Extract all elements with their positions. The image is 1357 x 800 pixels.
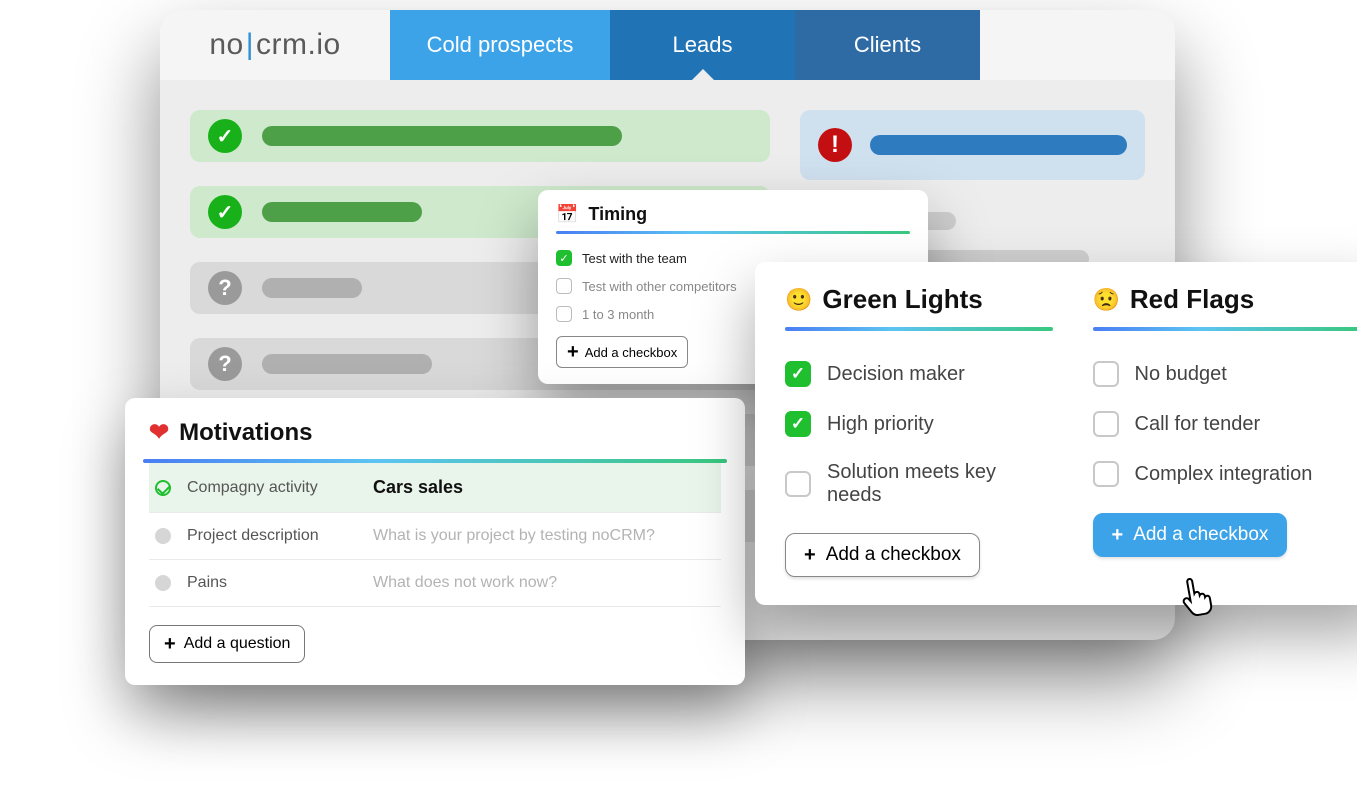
motivation-row[interactable]: Pains What does not work now? <box>149 560 721 607</box>
checkbox-icon[interactable] <box>1093 411 1119 437</box>
smile-icon: 🙂 <box>785 287 812 313</box>
timing-item-label: Test with the team <box>582 251 687 266</box>
add-checkbox-button-primary[interactable]: + Add a checkbox <box>1093 513 1288 557</box>
red-flag-label: Complex integration <box>1135 463 1313 486</box>
lights-card: 🙂 Green Lights ✓ Decision maker ✓ High p… <box>755 262 1357 605</box>
heart-icon: ❤ <box>149 418 169 447</box>
green-lights-title: Green Lights <box>822 284 982 315</box>
checkbox-icon[interactable] <box>556 278 572 294</box>
red-flag-item[interactable]: Call for tender <box>1093 399 1357 449</box>
timing-item-label: Test with other competitors <box>582 279 737 294</box>
tab-clients[interactable]: Clients <box>795 10 980 80</box>
divider <box>1093 327 1357 331</box>
green-light-item[interactable]: ✓ Decision maker <box>785 349 1053 399</box>
brand-logo: no|crm.io <box>160 10 390 80</box>
checkbox-icon[interactable] <box>556 306 572 322</box>
checkbox-icon[interactable] <box>1093 361 1119 387</box>
bullet-icon <box>155 528 171 544</box>
green-light-label: High priority <box>827 413 934 436</box>
add-checkbox-button[interactable]: + Add a checkbox <box>785 533 980 577</box>
red-flag-item[interactable]: Complex integration <box>1093 449 1357 499</box>
green-light-item[interactable]: ✓ High priority <box>785 399 1053 449</box>
status-bar <box>262 278 362 298</box>
green-light-label: Solution meets key needs <box>827 461 1053 507</box>
add-checkbox-label: Add a checkbox <box>1133 524 1268 546</box>
add-question-label: Add a question <box>184 635 291 653</box>
red-flag-label: Call for tender <box>1135 413 1261 436</box>
divider <box>785 327 1053 331</box>
divider <box>556 231 910 234</box>
timing-header: 📅 Timing <box>556 204 910 225</box>
status-row[interactable]: ✓ <box>190 110 770 162</box>
motivation-row[interactable]: Project description What is your project… <box>149 513 721 560</box>
motivation-label: Compagny activity <box>187 479 357 497</box>
checkbox-icon[interactable] <box>1093 461 1119 487</box>
status-bar <box>262 354 432 374</box>
motivation-placeholder: What does not work now? <box>373 574 557 592</box>
motivation-row[interactable]: Compagny activity Cars sales <box>149 463 721 513</box>
green-lights-header: 🙂 Green Lights <box>785 284 1053 315</box>
green-light-label: Decision maker <box>827 363 965 386</box>
status-bar <box>262 126 622 146</box>
bullet-icon <box>155 575 171 591</box>
motivations-title: Motivations <box>179 419 312 447</box>
topbar: no|crm.io Cold prospects Leads Clients <box>160 10 1175 80</box>
green-lights-column: 🙂 Green Lights ✓ Decision maker ✓ High p… <box>785 284 1053 577</box>
red-flags-title: Red Flags <box>1130 284 1254 315</box>
add-question-button[interactable]: + Add a question <box>149 625 305 663</box>
plus-icon: + <box>567 342 579 362</box>
tab-leads[interactable]: Leads <box>610 10 795 80</box>
plus-icon: + <box>1112 525 1124 545</box>
motivations-header: ❤ Motivations <box>149 418 721 447</box>
motivation-label: Project description <box>187 527 357 545</box>
add-checkbox-label: Add a checkbox <box>585 345 678 360</box>
red-flag-item[interactable]: No budget <box>1093 349 1357 399</box>
brand-part3: .io <box>307 28 340 62</box>
plus-icon: + <box>804 545 816 565</box>
status-bar <box>262 202 422 222</box>
red-flag-label: No budget <box>1135 363 1227 386</box>
brand-part1: no <box>209 28 243 62</box>
brand-part2: crm <box>256 28 307 62</box>
check-circle-icon: ✓ <box>208 195 242 229</box>
red-flags-column: 😟 Red Flags No budget Call for tender Co… <box>1093 284 1357 577</box>
tab-spacer <box>980 10 1175 80</box>
add-checkbox-button[interactable]: + Add a checkbox <box>556 336 688 368</box>
green-light-item[interactable]: Solution meets key needs <box>785 449 1053 519</box>
motivation-value: Cars sales <box>373 477 463 498</box>
checkbox-icon[interactable] <box>785 471 811 497</box>
check-outline-icon <box>155 480 171 496</box>
check-circle-icon: ✓ <box>208 119 242 153</box>
motivations-card: ❤ Motivations Compagny activity Cars sal… <box>125 398 745 685</box>
alert-bar <box>870 135 1127 155</box>
alert-circle-icon: ! <box>818 128 852 162</box>
checkbox-checked-icon[interactable]: ✓ <box>556 250 572 266</box>
plus-icon: + <box>164 634 176 654</box>
nav-tabs: Cold prospects Leads Clients <box>390 10 1175 80</box>
motivation-label: Pains <box>187 574 357 592</box>
question-circle-icon: ? <box>208 347 242 381</box>
question-circle-icon: ? <box>208 271 242 305</box>
timing-title: Timing <box>588 204 647 225</box>
motivation-placeholder: What is your project by testing noCRM? <box>373 527 655 545</box>
worried-icon: 😟 <box>1093 287 1120 313</box>
alert-card[interactable]: ! <box>800 110 1145 180</box>
checkbox-checked-icon[interactable]: ✓ <box>785 411 811 437</box>
add-checkbox-label: Add a checkbox <box>826 544 961 566</box>
red-flags-header: 😟 Red Flags <box>1093 284 1357 315</box>
checkbox-checked-icon[interactable]: ✓ <box>785 361 811 387</box>
brand-pipe: | <box>244 28 256 62</box>
timing-item-label: 1 to 3 month <box>582 307 654 322</box>
tab-cold-prospects[interactable]: Cold prospects <box>390 10 610 80</box>
calendar-icon: 📅 <box>556 204 578 225</box>
